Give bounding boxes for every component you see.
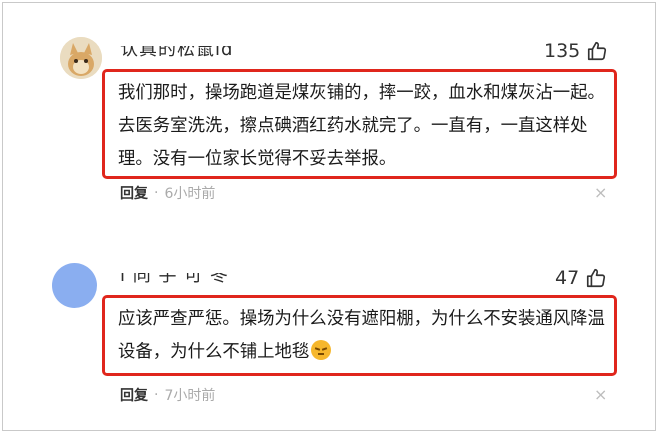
comment-footer: 回复 · 7小时前 xyxy=(120,385,215,405)
avatar[interactable] xyxy=(60,37,102,79)
close-icon[interactable]: × xyxy=(594,183,607,202)
comment-text: 应该严查严惩。操场为什么没有遮阳棚，为什么不安装通风降温设备，为什么不铺上地毯 xyxy=(118,303,610,369)
separator-dot: · xyxy=(154,387,159,403)
like-button[interactable]: 47 xyxy=(555,267,607,289)
like-button[interactable]: 135 xyxy=(544,40,608,62)
comment-body-highlight: 我们那时，操场跑道是煤灰铺的，摔一跤，血水和煤灰沾一起。去医务室洗洗，擦点碘酒红… xyxy=(102,69,617,179)
comment-text-content: 应该严查严惩。操场为什么没有遮阳棚，为什么不安装通风降温设备，为什么不铺上地毯 xyxy=(118,309,605,362)
comment-footer: 回复 · 6小时前 xyxy=(120,183,215,203)
reply-button[interactable]: 回复 xyxy=(120,183,148,203)
thumbs-up-icon xyxy=(586,40,608,62)
angry-face-icon xyxy=(311,340,332,360)
timestamp: 7小时前 xyxy=(164,388,216,404)
like-count: 135 xyxy=(544,40,581,62)
comments-panel: 认真的松鼠ld 135 我们那时，操场跑道是煤灰铺的，摔一跤，血水和煤灰沾一起。… xyxy=(2,2,656,431)
like-count: 47 xyxy=(555,267,580,289)
timestamp: 6小时前 xyxy=(164,186,216,202)
reply-button[interactable]: 回复 xyxy=(120,385,148,405)
separator-dot: · xyxy=(154,185,159,201)
avatar[interactable] xyxy=(52,263,97,308)
comment-text: 我们那时，操场跑道是煤灰铺的，摔一跤，血水和煤灰沾一起。去医务室洗洗，擦点碘酒红… xyxy=(118,83,605,169)
thumbs-up-icon xyxy=(585,267,607,289)
username[interactable]: 认真的松鼠ld xyxy=(120,46,260,60)
squirrel-avatar-icon xyxy=(60,37,102,79)
username[interactable]: i 同 手 可 冬 xyxy=(120,273,230,286)
close-icon[interactable]: × xyxy=(594,385,607,404)
comment-body-highlight: 应该严查严惩。操场为什么没有遮阳棚，为什么不安装通风降温设备，为什么不铺上地毯 xyxy=(102,295,617,376)
